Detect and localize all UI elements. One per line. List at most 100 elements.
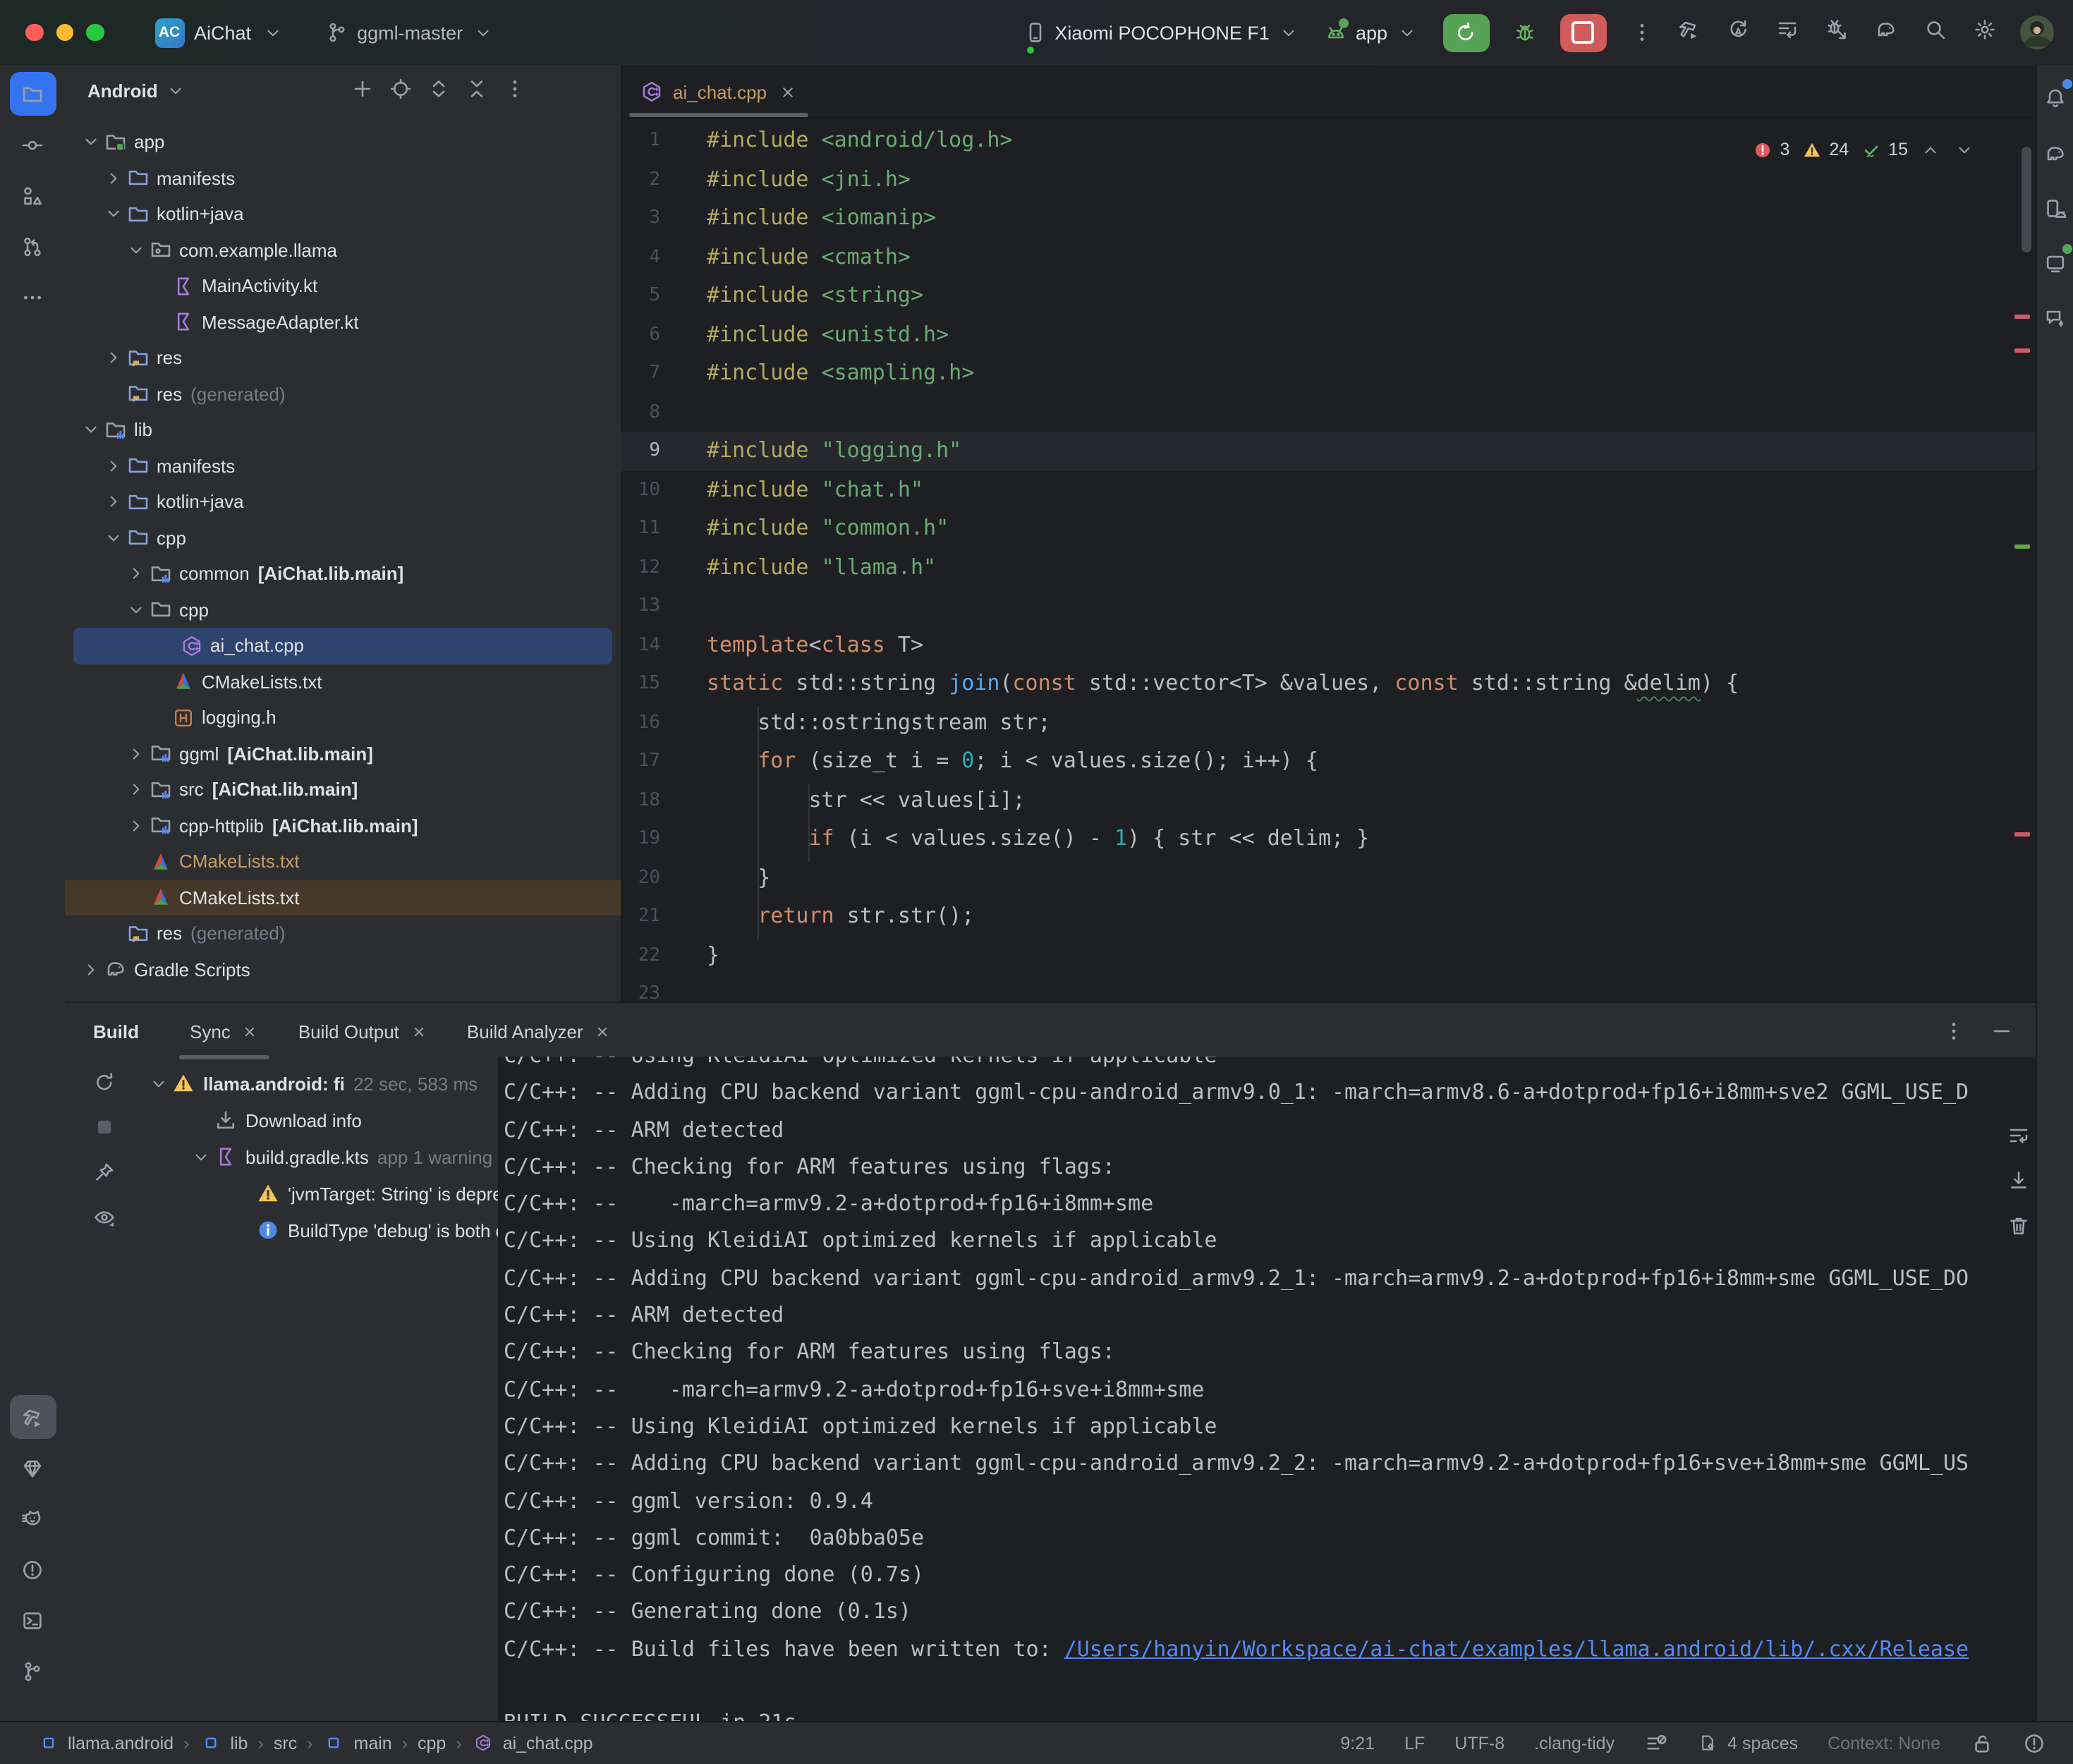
code-line-12[interactable]: 12#include "llama.h" [621, 548, 2035, 587]
stop-button[interactable] [1560, 13, 1606, 51]
tool-window-button-problems-alert[interactable] [9, 1547, 56, 1591]
chevron-down-icon[interactable] [80, 419, 102, 442]
code-line-3[interactable]: 3#include <iomanip> [621, 199, 2035, 238]
code-line-7[interactable]: 7#include <sampling.h> [621, 354, 2035, 393]
x-close-icon[interactable] [242, 1020, 259, 1042]
tree-item-cpp[interactable]: cpp [65, 520, 621, 556]
tool-window-button-terminal[interactable] [9, 1598, 56, 1642]
tool-window-button-pull-requests[interactable] [9, 224, 56, 268]
locate-target-button[interactable] [389, 77, 412, 104]
tree-item-gradle-scripts[interactable]: Gradle Scripts [65, 951, 621, 987]
sync-apply-button[interactable] [1726, 18, 1749, 47]
device-selector[interactable]: Xiaomi POCOPHONE F1 [1023, 21, 1301, 44]
code-line-6[interactable]: 6#include <unistd.h> [621, 315, 2035, 354]
x-close-icon[interactable] [595, 1020, 612, 1042]
chevron-down-icon[interactable] [125, 599, 147, 621]
breadcrumb-llama-android[interactable]: llama.android [37, 1732, 174, 1755]
settings-gear-button[interactable] [1973, 18, 1995, 47]
next-problem-icon[interactable] [1953, 138, 1976, 161]
tool-window-button-structure[interactable] [9, 174, 56, 217]
code-line-14[interactable]: 14template<class T> [621, 626, 2035, 664]
code-line-4[interactable]: 4#include <cmath> [621, 238, 2035, 276]
search-button[interactable] [1923, 18, 1946, 47]
minimize-window-button[interactable] [56, 24, 73, 42]
tree-item-lib[interactable]: lib [65, 412, 621, 448]
run-configuration-selector[interactable]: app [1325, 21, 1418, 44]
tree-item-res[interactable]: res [65, 340, 621, 376]
chevron-right-icon[interactable] [125, 563, 147, 585]
tool-window-button-gradle[interactable] [2036, 133, 2073, 175]
tool-window-button-device-manager[interactable] [2036, 188, 2073, 230]
chevron-right-icon[interactable] [125, 815, 147, 837]
project-view-selector[interactable]: Android [87, 79, 188, 102]
chevron-right-icon[interactable] [102, 347, 125, 370]
build-tab-build-analyzer[interactable]: Build Analyzer [453, 1004, 626, 1059]
highlighting-level-icon[interactable] [1644, 1732, 1667, 1755]
tool-window-button-git-branch[interactable] [9, 1649, 56, 1693]
vcs-branch-widget[interactable]: ggml-master [326, 21, 494, 44]
soft-wrap-button[interactable] [2007, 1124, 2029, 1152]
refresh-button[interactable] [93, 1071, 116, 1097]
tree-item-app[interactable]: app [65, 124, 621, 160]
tool-window-button-running-devices[interactable] [2036, 243, 2073, 285]
line-ending[interactable]: LF [1404, 1734, 1425, 1753]
analyzer-status[interactable]: .clang-tidy [1534, 1734, 1615, 1753]
project-widget[interactable]: AC AiChat [154, 18, 284, 47]
breadcrumb-ai-chat-cpp[interactable]: ai_chat.cpp [472, 1732, 593, 1755]
tree-item-ggml[interactable]: ggml[AiChat.lib.main] [65, 736, 621, 772]
debug-button[interactable] [1513, 21, 1536, 44]
chevron-right-icon[interactable] [80, 959, 102, 981]
file-lock-icon[interactable] [1970, 1732, 1993, 1755]
x-close-icon[interactable] [411, 1020, 427, 1042]
tool-window-button-logcat-cat[interactable] [9, 1497, 56, 1540]
close-tab-icon[interactable] [777, 80, 799, 103]
error-stripe-mark[interactable] [2014, 348, 2029, 352]
tree-item-cmakelists-txt[interactable]: CMakeLists.txt [65, 664, 621, 700]
chevron-down-icon[interactable] [125, 239, 147, 262]
code-line-15[interactable]: 15static std::string join(const std::vec… [621, 664, 2035, 703]
stop-square-button[interactable] [93, 1116, 116, 1143]
tree-item-messageadapter-kt[interactable]: MessageAdapter.kt [65, 304, 621, 340]
tool-window-button-gemini-chat[interactable] [2036, 298, 2073, 340]
tool-window-button-app-insights-diamond[interactable] [9, 1446, 56, 1490]
code-line-11[interactable]: 11#include "common.h" [621, 509, 2035, 548]
tool-window-button-project-folder[interactable] [9, 72, 56, 116]
build-tab-sync[interactable]: Sync [176, 1004, 273, 1059]
breadcrumb-main[interactable]: main [323, 1732, 392, 1755]
run-more-options-button[interactable] [1630, 21, 1653, 44]
tree-item-common[interactable]: common[AiChat.lib.main] [65, 556, 621, 592]
editor-tab-ai_chat[interactable]: ai_chat.cpp [621, 66, 816, 117]
inspections-widget[interactable]: 3 24 15 [1751, 138, 1976, 161]
breadcrumb-cpp[interactable]: cpp [418, 1734, 446, 1753]
code-line-10[interactable]: 10#include "chat.h" [621, 470, 2035, 509]
console-link[interactable]: /Users/hanyin/Workspace/ai-chat/examples… [1064, 1636, 1969, 1662]
rerun-button[interactable] [1442, 13, 1489, 51]
tree-item-kotlin-java[interactable]: kotlin+java [65, 196, 621, 232]
chevron-down-icon[interactable] [190, 1145, 212, 1168]
hide-build-panel-button[interactable] [1990, 1020, 2012, 1042]
tool-window-button-more-horizontal[interactable] [9, 275, 56, 319]
chevron-right-icon[interactable] [102, 491, 125, 513]
hide-button[interactable] [542, 77, 564, 104]
indent-setting[interactable]: 4 spaces [1696, 1732, 1798, 1755]
build-tab-build-output[interactable]: Build Output [284, 1004, 442, 1059]
code-line-8[interactable]: 8 [621, 393, 2035, 432]
chevron-right-icon[interactable] [102, 455, 125, 478]
code-line-19[interactable]: 19 if (i < values.size() - 1) { str << d… [621, 820, 2035, 858]
tree-item-mainactivity-kt[interactable]: MainActivity.kt [65, 268, 621, 304]
tree-item-kotlin-java[interactable]: kotlin+java [65, 484, 621, 520]
tree-item-cpp[interactable]: cpp [65, 592, 621, 628]
user-avatar[interactable] [2019, 16, 2053, 49]
close-window-button[interactable] [25, 24, 43, 42]
tree-item-manifests[interactable]: manifests [65, 160, 621, 196]
eye-button[interactable] [93, 1206, 116, 1233]
code-line-22[interactable]: 22} [621, 936, 2035, 975]
code-line-23[interactable]: 23 [621, 975, 2035, 1002]
plus-button[interactable] [351, 77, 374, 104]
profiler-button[interactable] [1775, 18, 1798, 47]
attach-debugger-button[interactable] [1825, 18, 1847, 47]
build-console[interactable]: C/C++: -- Using KleidiAI optimized kerne… [498, 1057, 2035, 1722]
trash-button[interactable] [2007, 1215, 2029, 1243]
code-line-20[interactable]: 20 } [621, 858, 2035, 897]
tree-item-src[interactable]: src[AiChat.lib.main] [65, 772, 621, 808]
